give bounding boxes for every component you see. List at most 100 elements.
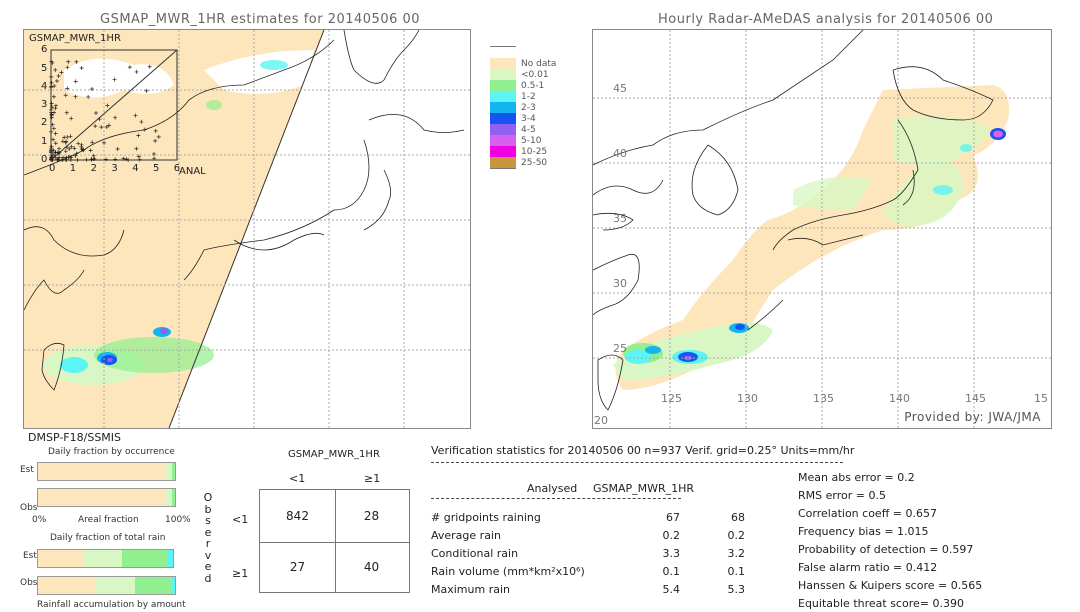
legend-label: 5-10 bbox=[521, 135, 542, 146]
verification-header: Verification statistics for 20140506 00 … bbox=[431, 444, 855, 457]
left-map-title: GSMAP_MWR_1HR estimates for 20140506 00 bbox=[100, 12, 421, 27]
data-credit: Provided by: JWA/JMA bbox=[904, 410, 1041, 424]
divider bbox=[431, 462, 843, 463]
legend-label: No data bbox=[521, 58, 557, 69]
occurrence-axis-right: 100% bbox=[165, 515, 191, 525]
inset-y-tick: 1 bbox=[41, 135, 48, 147]
inset-x-tick: 1 bbox=[69, 163, 77, 174]
occurrence-axis-left: 0% bbox=[32, 515, 47, 525]
legend-item: 0.5-1 bbox=[490, 79, 545, 92]
lat-tick: 25 bbox=[613, 342, 627, 355]
legend-item: 2-3 bbox=[490, 101, 536, 114]
occurrence-title: Daily fraction by occurrence bbox=[48, 447, 175, 457]
legend-item: 5-10 bbox=[490, 134, 542, 147]
occurrence-est-label: Est bbox=[20, 465, 34, 475]
inset-x-tick: 6 bbox=[173, 163, 181, 174]
stat-analysed: 0.2 bbox=[662, 529, 681, 542]
left-map-panel: GSMAP_MWR_1HR ANAL 0 1 2 3 4 5 6 0 1 2 3 4 5 6 bbox=[23, 29, 471, 429]
legend-item bbox=[490, 46, 521, 59]
lat-tick: 40 bbox=[613, 147, 627, 160]
rain-area bbox=[993, 130, 1003, 138]
legend-item: No data bbox=[490, 57, 557, 70]
legend-label: 4-5 bbox=[521, 124, 536, 135]
inset-x-tick: 2 bbox=[90, 163, 97, 174]
observed-letter: s bbox=[205, 514, 211, 527]
col-analysed: Analysed bbox=[527, 482, 578, 495]
stat-gsmap: 0.2 bbox=[727, 529, 746, 542]
rain-area bbox=[960, 144, 972, 152]
legend-label: 3-4 bbox=[521, 113, 536, 124]
col-gsmap: GSMAP_MWR_1HR bbox=[593, 482, 695, 495]
stat-gsmap: 5.3 bbox=[727, 583, 746, 596]
score-line: Probability of detection = 0.597 bbox=[798, 543, 974, 556]
inset-y-tick: 6 bbox=[41, 44, 48, 56]
bar-segment bbox=[38, 463, 166, 480]
legend: No data <0.01 0.5-1 1-2 2-3 3-4 4-5 5-10 10-25 25… bbox=[490, 46, 580, 177]
stat-gsmap: 0.1 bbox=[727, 565, 746, 578]
inset-y-tick: 5 bbox=[41, 62, 48, 74]
lon-tick: 140 bbox=[889, 392, 910, 405]
rain-area bbox=[645, 346, 661, 354]
lon-tick: 15 bbox=[1034, 392, 1048, 405]
observed-letter: d bbox=[204, 571, 212, 585]
rain-area bbox=[107, 358, 113, 362]
occurrence-obs-bar bbox=[37, 488, 176, 507]
legend-item: 25-50 bbox=[490, 156, 547, 169]
stat-label: # gridpoints raining bbox=[431, 511, 541, 524]
bar-segment bbox=[95, 577, 136, 594]
legend-label: 10-25 bbox=[521, 146, 548, 157]
legend-label: <0.01 bbox=[521, 69, 549, 80]
left-map-canvas bbox=[24, 30, 470, 428]
bar-segment bbox=[38, 489, 166, 506]
rain-area bbox=[260, 60, 288, 70]
inset-x-tick: 0 bbox=[49, 163, 56, 174]
occurrence-axis-label: Areal fraction bbox=[78, 515, 139, 525]
contingency-header: GSMAP_MWR_1HR bbox=[288, 449, 380, 460]
stat-gsmap: 3.2 bbox=[727, 547, 746, 560]
inset-y-tick: 3 bbox=[41, 99, 48, 111]
contingency-col-label: <1 bbox=[289, 472, 306, 485]
score-line: Mean abs error = 0.2 bbox=[798, 471, 915, 484]
stat-analysed: 67 bbox=[666, 511, 680, 524]
stat-label: Maximum rain bbox=[431, 583, 510, 596]
legend-label: 1-2 bbox=[521, 91, 536, 102]
rain-area bbox=[160, 328, 168, 334]
legend-item: <0.01 bbox=[490, 68, 549, 81]
stat-analysed: 3.3 bbox=[662, 547, 681, 560]
lon-tick: 125 bbox=[661, 392, 682, 405]
contingency-col-label: ≥1 bbox=[364, 472, 381, 485]
bar-segment bbox=[172, 577, 175, 594]
rain-area bbox=[933, 185, 953, 195]
stat-analysed: 0.1 bbox=[662, 565, 681, 578]
stat-label: Conditional rain bbox=[431, 547, 519, 560]
inset-x-tick: 3 bbox=[111, 163, 118, 174]
occurrence-obs-label: Obs bbox=[20, 503, 38, 513]
satellite-label: DMSP-F18/SSMIS bbox=[28, 431, 122, 444]
contingency-row-title: Observed bbox=[203, 492, 213, 584]
legend-item: 1-2 bbox=[490, 90, 536, 103]
lat-tick: 35 bbox=[613, 212, 627, 225]
legend-label: 2-3 bbox=[521, 102, 536, 113]
legend-item: 4-5 bbox=[490, 123, 536, 136]
stat-label: Rain volume (mm*km²x10⁶) bbox=[431, 565, 585, 578]
inset-y-tick: 2 bbox=[41, 117, 48, 129]
legend-item: 3-4 bbox=[490, 112, 536, 125]
rain-area bbox=[60, 357, 88, 373]
bar-segment bbox=[38, 577, 96, 594]
lon-tick: 130 bbox=[737, 392, 758, 405]
total-rain-footer: Rainfall accumulation by amount bbox=[37, 600, 186, 610]
divider bbox=[431, 498, 681, 499]
contingency-cell: 27 bbox=[259, 541, 336, 593]
contingency-cell: 842 bbox=[259, 489, 336, 543]
right-map-canvas bbox=[593, 30, 1051, 428]
lon-tick: 135 bbox=[813, 392, 834, 405]
legend-item: 10-25 bbox=[490, 145, 548, 158]
total-rain-est-bar bbox=[37, 549, 174, 568]
legend-label: 0.5-1 bbox=[521, 80, 545, 91]
score-line: Equitable threat score= 0.390 bbox=[798, 597, 964, 610]
occurrence-est-bar bbox=[37, 462, 176, 481]
bar-segment bbox=[83, 550, 122, 567]
inset-label: GSMAP_MWR_1HR bbox=[29, 33, 121, 44]
right-map-title: Hourly Radar-AMeDAS analysis for 2014050… bbox=[658, 12, 994, 27]
inset-y-tick: 4 bbox=[41, 80, 48, 92]
